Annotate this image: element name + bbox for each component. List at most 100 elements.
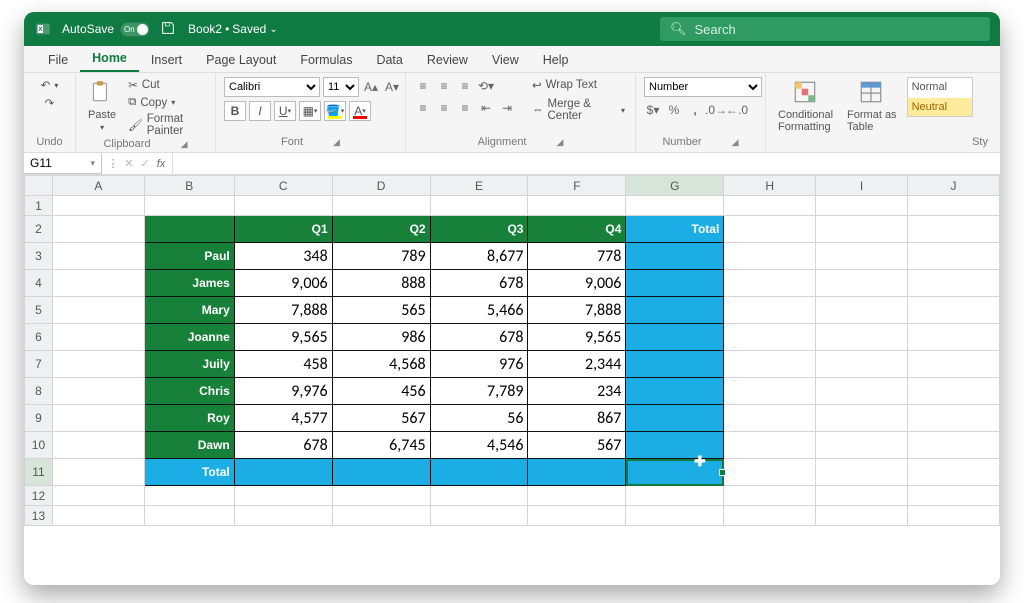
col-header-f[interactable]: F [528,176,626,196]
svg-text:X: X [38,27,42,33]
spreadsheet-grid[interactable]: A B C D E F G H I J 1 2 Q1 Q2 [24,175,1000,585]
decrease-font-icon[interactable]: A▾ [383,78,401,96]
cancel-formula-icon[interactable]: ✕ [122,157,136,170]
autosave-label: AutoSave [62,22,114,36]
align-right-icon[interactable]: ≡ [456,99,474,117]
cut-button[interactable]: ✂Cut [126,77,207,93]
undo-button[interactable]: ↶▾ [39,77,61,93]
fill-handle[interactable] [719,469,726,476]
excel-icon: X [34,20,52,38]
merge-center-button[interactable]: ⇔Merge & Center▾ [530,97,627,123]
redo-button[interactable]: ↷ [43,95,57,111]
style-neutral[interactable]: Neutral [908,98,972,116]
align-middle-icon[interactable]: ≡ [435,77,453,95]
search-icon: 🔍︎ [670,21,687,37]
tab-page-layout[interactable]: Page Layout [194,48,288,72]
col-header-d[interactable]: D [332,176,430,196]
formula-bar: G11 ▾ ⋮ ✕ ✓ fx [24,153,1000,175]
font-launcher-icon[interactable]: ◢ [333,137,340,148]
alignment-launcher-icon[interactable]: ◢ [557,137,564,148]
name-box[interactable]: G11 ▾ [24,153,102,174]
row-header-13[interactable]: 13 [25,506,53,526]
col-header-i[interactable]: I [816,176,908,196]
cell-styles-gallery[interactable]: Normal Neutral [907,77,973,117]
chevron-down-icon: ⌄ [269,24,277,35]
toggle-switch[interactable]: On [120,22,150,37]
copy-button[interactable]: ⧉Copy▾ [126,95,207,110]
percent-format-icon[interactable]: % [665,101,683,119]
row-header-9[interactable]: 9 [25,405,53,432]
comma-format-icon[interactable]: , [686,101,704,119]
select-all-corner[interactable] [25,176,53,196]
row-header-6[interactable]: 6 [25,324,53,351]
document-title[interactable]: Book2 • Saved ⌄ [188,22,278,36]
bold-button[interactable]: B [224,101,246,121]
conditional-formatting-button[interactable]: Conditional Formatting [774,77,837,135]
formula-input[interactable] [173,153,1000,174]
row-header-3[interactable]: 3 [25,243,53,270]
ribbon: ↶▾ ↷ Undo Paste ▾ ✂Cut ⧉Copy▾ 🖌Format Pa… [24,73,1000,153]
fill-color-button[interactable]: 🪣▾ [324,101,346,121]
row-header-10[interactable]: 10 [25,432,53,459]
paste-button[interactable]: Paste ▾ [84,77,120,134]
chevron-down-icon: ▾ [90,158,95,169]
cell-g11[interactable] [626,459,724,486]
row-header-8[interactable]: 8 [25,378,53,405]
italic-button[interactable]: I [249,101,271,121]
borders-button[interactable]: ▦▾ [299,101,321,121]
tab-data[interactable]: Data [364,48,414,72]
col-header-c[interactable]: C [234,176,332,196]
font-color-button[interactable]: A▾ [349,101,371,121]
accounting-format-icon[interactable]: $▾ [644,101,662,119]
font-size-select[interactable]: 11 [323,77,359,97]
row-header-4[interactable]: 4 [25,270,53,297]
enter-formula-icon[interactable]: ✓ [138,157,152,170]
save-icon[interactable] [160,20,178,38]
number-format-select[interactable]: Number [644,77,762,97]
search-box[interactable]: 🔍︎ Search [660,17,990,41]
decrease-indent-icon[interactable]: ⇤ [477,99,495,117]
row-header-7[interactable]: 7 [25,351,53,378]
excel-window: X AutoSave On Book2 • Saved ⌄ 🔍︎ Search … [24,12,1000,585]
tab-file[interactable]: File [36,48,80,72]
align-top-icon[interactable]: ≡ [414,77,432,95]
wrap-text-button[interactable]: ↩Wrap Text [530,77,627,93]
col-header-b[interactable]: B [144,176,234,196]
number-launcher-icon[interactable]: ◢ [732,137,739,148]
row-header-11[interactable]: 11 [25,459,53,486]
col-header-h[interactable]: H [724,176,816,196]
align-center-icon[interactable]: ≡ [435,99,453,117]
format-painter-button[interactable]: 🖌Format Painter [126,112,207,138]
group-undo-label: Undo [32,136,67,150]
tab-home[interactable]: Home [80,46,139,72]
row-header-12[interactable]: 12 [25,486,53,506]
row-header-1[interactable]: 1 [25,196,53,216]
align-left-icon[interactable]: ≡ [414,99,432,117]
ribbon-tabs: File Home Insert Page Layout Formulas Da… [24,46,1000,73]
format-as-table-button[interactable]: Format as Table [843,77,901,135]
col-header-a[interactable]: A [52,176,144,196]
col-header-g[interactable]: G [626,176,724,196]
fx-icon[interactable]: fx [154,158,168,170]
autosave-toggle[interactable]: AutoSave On [62,22,150,37]
font-family-select[interactable]: Calibri [224,77,320,97]
increase-decimal-icon[interactable]: .0→ [707,101,725,119]
increase-indent-icon[interactable]: ⇥ [498,99,516,117]
tab-review[interactable]: Review [415,48,480,72]
row-header-5[interactable]: 5 [25,297,53,324]
style-normal[interactable]: Normal [908,78,972,96]
title-bar: X AutoSave On Book2 • Saved ⌄ 🔍︎ Search [24,12,1000,46]
underline-button[interactable]: U▾ [274,101,296,121]
tab-view[interactable]: View [480,48,531,72]
align-bottom-icon[interactable]: ≡ [456,77,474,95]
tab-help[interactable]: Help [531,48,581,72]
clipboard-launcher-icon[interactable]: ◢ [181,139,188,150]
increase-font-icon[interactable]: A▴ [362,78,380,96]
decrease-decimal-icon[interactable]: ←.0 [728,101,746,119]
tab-insert[interactable]: Insert [139,48,194,72]
col-header-j[interactable]: J [908,176,1000,196]
col-header-e[interactable]: E [430,176,528,196]
tab-formulas[interactable]: Formulas [288,48,364,72]
orientation-icon[interactable]: ⟲▾ [477,77,495,95]
row-header-2[interactable]: 2 [25,216,53,243]
